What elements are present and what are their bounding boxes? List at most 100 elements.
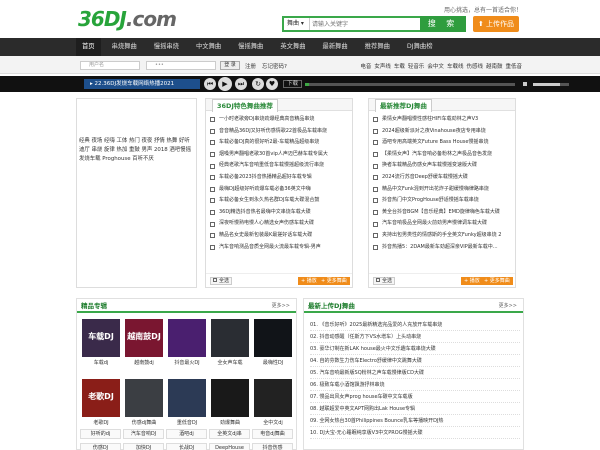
play-icon[interactable]: ▶	[218, 77, 232, 91]
nav-item[interactable]: 英文舞曲	[274, 38, 311, 56]
upload-row[interactable]: 09. 全网女热台30首Philippines Bounce乳车等播映开DJ热	[310, 415, 520, 427]
song-checkbox[interactable]	[373, 128, 378, 134]
album-tag[interactable]: 电音dj舞曲	[252, 429, 293, 439]
song-checkbox[interactable]	[210, 163, 215, 169]
song-row[interactable]: 36DJ精选抖音热名最嗨中文串烧车载大碟	[210, 207, 352, 219]
tag-cloud[interactable]: 经典 夜场 经嗨 工体 热门 夜夜 抒情 热舞 好听 迪厅 串烧 旋律 热加 重…	[79, 137, 195, 164]
album-tag[interactable]: 长战DJ	[166, 443, 207, 450]
album-label[interactable]: 最嗨性DJ	[254, 359, 292, 366]
latest-play-button[interactable]: + 播放	[461, 277, 483, 285]
song-row[interactable]: 烟嗓男声翻唱老歌30首vip人声迈巴赫车载专属大	[210, 149, 352, 161]
song-checkbox[interactable]	[210, 210, 215, 216]
volume-slider[interactable]	[533, 83, 569, 86]
song-checkbox[interactable]	[210, 140, 215, 146]
song-title[interactable]: 一小时老歌旁DJ串烧劲爆经典高音精品串烧	[219, 114, 314, 126]
song-row[interactable]: 柔情女声翻唱慢性感柱HIFI车载劲林之声V3	[373, 114, 515, 126]
song-title[interactable]: 36DJ精选抖音热名最嗨中文串烧车载大碟	[219, 207, 311, 219]
song-title[interactable]: 经典老歌汽车音响重低音车载慢摇超级流行串烧	[219, 160, 324, 172]
album-item[interactable]: 老歌DJ 老歌DJ	[82, 379, 120, 426]
song-checkbox[interactable]	[373, 140, 378, 146]
album-label[interactable]: 抖音最火DJ	[168, 359, 206, 366]
album-label[interactable]: 越南鼓dj	[125, 359, 163, 366]
upload-row[interactable]: 07. 慢品出风女声prog house车碳中文车载版	[310, 391, 520, 403]
song-checkbox[interactable]	[210, 117, 215, 123]
album-cover[interactable]: 车载DJ	[82, 319, 120, 357]
album-item[interactable]: 全中文dj	[254, 379, 292, 426]
download-button[interactable]: 下载	[283, 80, 303, 88]
album-label[interactable]: 车载dj	[82, 359, 120, 366]
top-tag-link[interactable]: 伤感线	[466, 62, 483, 70]
song-checkbox[interactable]	[210, 244, 215, 250]
song-title[interactable]: 酒吧专用高端英文Future Bass House慢摇串烧	[382, 137, 488, 149]
song-checkbox[interactable]	[373, 233, 378, 239]
upload-row[interactable]: 08. 越联超爱中英文APT网购出Lak House专辑	[310, 403, 520, 415]
featured-more-button[interactable]: + 更多舞曲	[318, 277, 350, 285]
upload-row[interactable]: 05. 汽车音响最新版SQ粉林之声车载慢律版CD大碟	[310, 367, 520, 379]
albums-more-link[interactable]: 更多>>	[272, 299, 290, 313]
song-row[interactable]: 车载必备2023抖音热播精品超好车载专辑	[210, 172, 352, 184]
featured-play-button[interactable]: + 播放	[298, 277, 320, 285]
song-title[interactable]: 最嗨DJ超级好听劲爆车载必备36英文中嗨	[219, 184, 311, 196]
nav-item[interactable]: 最新舞曲	[317, 38, 354, 56]
album-label[interactable]: 重低音DJ	[168, 419, 206, 426]
top-tag-link[interactable]: 会中文	[427, 62, 444, 70]
top-tag-link[interactable]: 轻音乐	[408, 62, 425, 70]
song-checkbox[interactable]	[373, 244, 378, 250]
song-checkbox[interactable]	[210, 152, 215, 158]
album-label[interactable]: 老歌DJ	[82, 419, 120, 426]
song-title[interactable]: 车载必备DJ真的很好听2最-车载精品超级串烧	[219, 137, 319, 149]
song-row[interactable]: 2024流行苏音Deep舒缓车载慢摇大碟	[373, 172, 515, 184]
album-tag[interactable]: 汽车音响DJ	[123, 429, 164, 439]
upload-button[interactable]: ⬆ 上传作品	[473, 16, 519, 32]
album-cover[interactable]	[211, 319, 249, 357]
nav-item[interactable]: 慢摇舞曲	[232, 38, 269, 56]
song-row[interactable]: 精品名女史最新包装最K最搓好话车载大碟	[210, 230, 352, 242]
album-cover[interactable]	[168, 379, 206, 417]
album-tag[interactable]: 全英文dj串	[209, 429, 250, 439]
song-checkbox[interactable]	[373, 152, 378, 158]
favorite-icon[interactable]: ♥	[266, 78, 278, 90]
site-logo[interactable]: 36DJ.com	[78, 7, 177, 31]
song-title[interactable]: 换者车载精品伤感女声车载慢摇变速版大碟	[382, 160, 477, 172]
latest-more-button[interactable]: + 更多舞曲	[481, 277, 513, 285]
register-link[interactable]: 注册	[245, 62, 256, 70]
song-row[interactable]: 经典老歌汽车音响重低音车载慢摇超级流行串烧	[210, 160, 352, 172]
song-row[interactable]: 2024超级新派对之夜Vinahouse夜店专用串烧	[373, 126, 515, 138]
nav-item[interactable]: 首页	[76, 38, 101, 56]
song-row[interactable]: 深夜听慢熟电慢人心精选女声伤感车载大碟	[210, 218, 352, 230]
song-row[interactable]: 黄全台抖音BGM【音乐经典】EMD旋律嗨色车载大碟	[373, 207, 515, 219]
album-item[interactable]: 最嗨性DJ	[254, 319, 292, 366]
song-row[interactable]: 音音精品36DJ又好听伤感情歌22首极品车载串烧	[210, 126, 352, 138]
nav-item[interactable]: 串烧舞曲	[106, 38, 143, 56]
song-checkbox[interactable]	[210, 198, 215, 204]
album-cover[interactable]	[125, 379, 163, 417]
album-cover[interactable]: 老歌DJ	[82, 379, 120, 417]
album-item[interactable]: 车载DJ 车载dj	[82, 319, 120, 366]
password-input[interactable]: •••	[146, 61, 216, 70]
song-row[interactable]: 抖音热播5：2DAM最新车劲超深亲VIP最新车载中...	[373, 242, 515, 254]
album-label[interactable]: 全女声车载	[211, 359, 249, 366]
album-tag[interactable]: 抖音伤感	[252, 443, 293, 450]
album-tag[interactable]: 加快DJ	[123, 443, 164, 450]
search-input[interactable]	[312, 19, 420, 29]
song-checkbox[interactable]	[210, 221, 215, 227]
song-row[interactable]: 车载必备DJ真的很好听2最-车载精品超级串烧	[210, 137, 352, 149]
song-checkbox[interactable]	[210, 128, 215, 134]
top-tag-link[interactable]: 越南鼓	[486, 62, 503, 70]
song-checkbox[interactable]	[373, 198, 378, 204]
song-title[interactable]: 烟嗓男声翻唱老歌30首vip人声迈巴赫车载专属大	[219, 149, 328, 161]
song-row[interactable]: 换者车载精品伤感女声车载慢摇变速版大碟	[373, 160, 515, 172]
song-row[interactable]: 汽车音响测品音质全网最火流最车载专辑-男声	[210, 242, 352, 254]
top-tag-link[interactable]: 重低音	[505, 62, 522, 70]
song-row[interactable]: 酒吧专用高端英文Future Bass House慢摇串烧	[373, 137, 515, 149]
upload-row[interactable]: 02. 抖音动感醒（任斯方下VS水增车）上头动串烧	[310, 331, 520, 343]
song-row[interactable]: 精品中文Funk混到开出花炸子甜缓慢嗨律路串烧	[373, 184, 515, 196]
song-title[interactable]: 汽车音响极品全网最火前劲男声慢律调车载大碟	[382, 218, 487, 230]
song-title[interactable]: 夹持出包男类性的情感斯的手全英文Funky超级串烧 2	[382, 230, 501, 242]
top-tag-link[interactable]: 车载线	[447, 62, 464, 70]
song-title[interactable]: 车载必备2023抖音热播精品超好车载专辑	[219, 172, 312, 184]
song-checkbox[interactable]	[373, 117, 378, 123]
song-checkbox[interactable]	[210, 233, 215, 239]
search-type-select[interactable]: 舞曲 ▾	[284, 18, 310, 30]
album-item[interactable]: 伤感dj舞曲	[125, 379, 163, 426]
